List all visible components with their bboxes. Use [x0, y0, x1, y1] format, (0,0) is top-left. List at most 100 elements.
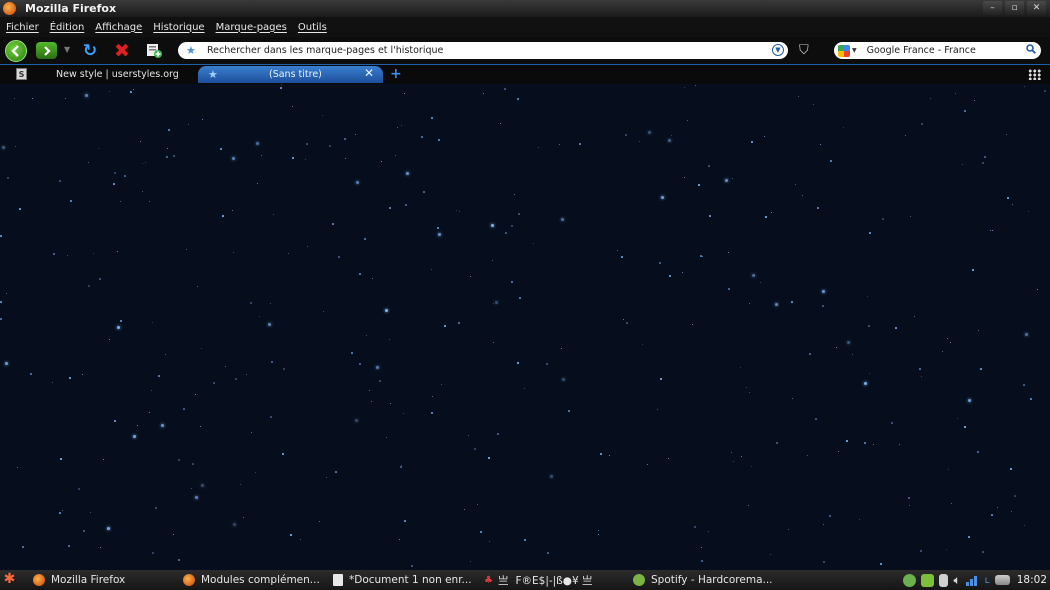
- star-dot: [947, 338, 948, 339]
- star-dot: [905, 135, 906, 136]
- star-dot: [120, 320, 122, 322]
- tab-grid-icon[interactable]: [1028, 69, 1041, 80]
- menu-affichage[interactable]: Affichage: [95, 22, 142, 33]
- search-icon[interactable]: [1026, 44, 1036, 54]
- history-dropdown-icon[interactable]: ▼: [64, 45, 70, 54]
- star-dot: [178, 459, 180, 461]
- reload-icon[interactable]: ↻: [80, 40, 100, 62]
- document-icon: [333, 574, 343, 586]
- task-label: *Document 1 non enr...: [349, 574, 472, 586]
- star-dot: [15, 146, 16, 147]
- minimize-button[interactable]: –: [983, 1, 1002, 15]
- star-dot: [259, 316, 260, 317]
- task-mozilla-firefox[interactable]: Mozilla Firefox: [33, 572, 125, 588]
- star-dot: [910, 216, 911, 217]
- star-dot: [69, 377, 71, 379]
- star-dot: [432, 396, 433, 397]
- star-dot: [359, 273, 361, 275]
- star-dot: [468, 435, 469, 436]
- star-dot: [173, 155, 175, 157]
- network-icon[interactable]: [994, 575, 1010, 585]
- star-dot: [109, 339, 110, 340]
- spotify-tray-icon[interactable]: [903, 573, 917, 587]
- stop-icon[interactable]: ✖: [112, 40, 132, 62]
- bluetooth-icon[interactable]: ʟ: [985, 575, 990, 586]
- star-dot: [951, 503, 952, 504]
- star-dot: [978, 330, 979, 331]
- star-dot: [59, 180, 61, 182]
- task-label: Modules complémen...: [201, 574, 320, 586]
- star-dot: [186, 249, 187, 250]
- close-button[interactable]: ✕: [1027, 1, 1046, 15]
- star-dot: [19, 208, 21, 210]
- bookmark-page-icon[interactable]: [145, 41, 163, 59]
- back-button[interactable]: [5, 40, 27, 62]
- star-dot: [668, 139, 671, 142]
- star-dot: [0, 235, 2, 237]
- search-input[interactable]: Google France - France: [867, 45, 976, 56]
- star-dot: [7, 177, 9, 179]
- task-modules[interactable]: Modules complémen...: [183, 572, 320, 588]
- chevron-down-icon[interactable]: ▼: [772, 44, 784, 56]
- new-tab-icon[interactable]: +: [390, 66, 402, 82]
- star-icon[interactable]: ★: [186, 44, 200, 57]
- star-dot: [764, 136, 765, 137]
- close-tab-icon[interactable]: ✕: [364, 66, 374, 80]
- star-dot: [155, 507, 157, 509]
- signal-icon[interactable]: [965, 574, 980, 586]
- forward-button[interactable]: [36, 42, 57, 59]
- tab-sans-titre[interactable]: ★ (Sans titre) ✕: [198, 66, 383, 83]
- star-dot: [32, 98, 33, 99]
- clock[interactable]: 18:02: [1017, 574, 1047, 586]
- star-dot: [438, 139, 440, 141]
- star-dot: [694, 526, 696, 528]
- star-dot: [982, 162, 984, 164]
- star-dot: [2, 146, 5, 149]
- clipboard-icon[interactable]: [939, 573, 949, 587]
- star-dot: [191, 488, 192, 489]
- userstyles-icon: S: [16, 68, 27, 80]
- menu-edition[interactable]: Édition: [50, 22, 85, 33]
- star-dot: [235, 378, 237, 380]
- maximize-button[interactable]: ▫: [1005, 1, 1024, 15]
- window-titlebar[interactable]: Mozilla Firefox – ▫ ✕: [0, 0, 1050, 17]
- star-dot: [948, 469, 949, 470]
- app-icon: ♣: [484, 574, 493, 586]
- star-dot: [972, 269, 974, 271]
- menu-historique[interactable]: Historique: [153, 22, 204, 33]
- star-dot: [338, 256, 340, 258]
- tab-userstyles[interactable]: New style | userstyles.org: [56, 69, 179, 80]
- star-dot: [292, 106, 293, 107]
- star-dot: [977, 451, 979, 453]
- menu-marque-pages[interactable]: Marque-pages: [216, 22, 287, 33]
- start-menu-icon[interactable]: ✱: [2, 572, 17, 587]
- task-label: F®E$|-|ß●¥ 亗: [515, 574, 593, 587]
- star-dot: [306, 143, 308, 145]
- addon-shield-icon[interactable]: ⛉: [799, 43, 809, 58]
- star-dot: [752, 274, 755, 277]
- task-spotify[interactable]: Spotify - Hardcorema...: [633, 572, 773, 588]
- star-dot: [307, 246, 308, 247]
- task-document[interactable]: *Document 1 non enr...: [333, 572, 472, 588]
- menu-fichier[interactable]: Fichier: [6, 22, 39, 33]
- url-bar[interactable]: ★ Rechercher dans les marque-pages et l'…: [178, 42, 788, 59]
- task-chat[interactable]: ♣ 亗 F®E$|-|ß●¥ 亗: [484, 572, 592, 588]
- star-dot: [869, 373, 870, 374]
- star-dot: [991, 514, 993, 516]
- page-content[interactable]: [0, 84, 1050, 570]
- star-dot: [950, 342, 951, 343]
- menu-outils[interactable]: Outils: [298, 22, 327, 33]
- engine-dropdown-icon[interactable]: ▼: [852, 47, 857, 54]
- star-dot: [514, 194, 515, 195]
- url-input[interactable]: Rechercher dans les marque-pages et l'hi…: [207, 45, 443, 56]
- star-dot: [684, 87, 685, 88]
- search-bar[interactable]: ▼ Google France - France: [834, 42, 1041, 59]
- volume-icon[interactable]: 🔈︎: [953, 573, 960, 588]
- android-icon[interactable]: [921, 573, 935, 587]
- star-dot: [864, 442, 866, 444]
- firefox-icon: [3, 2, 16, 15]
- star-dot: [843, 127, 844, 128]
- google-icon[interactable]: [838, 44, 850, 57]
- star-dot: [659, 262, 661, 264]
- star-dot: [83, 530, 85, 532]
